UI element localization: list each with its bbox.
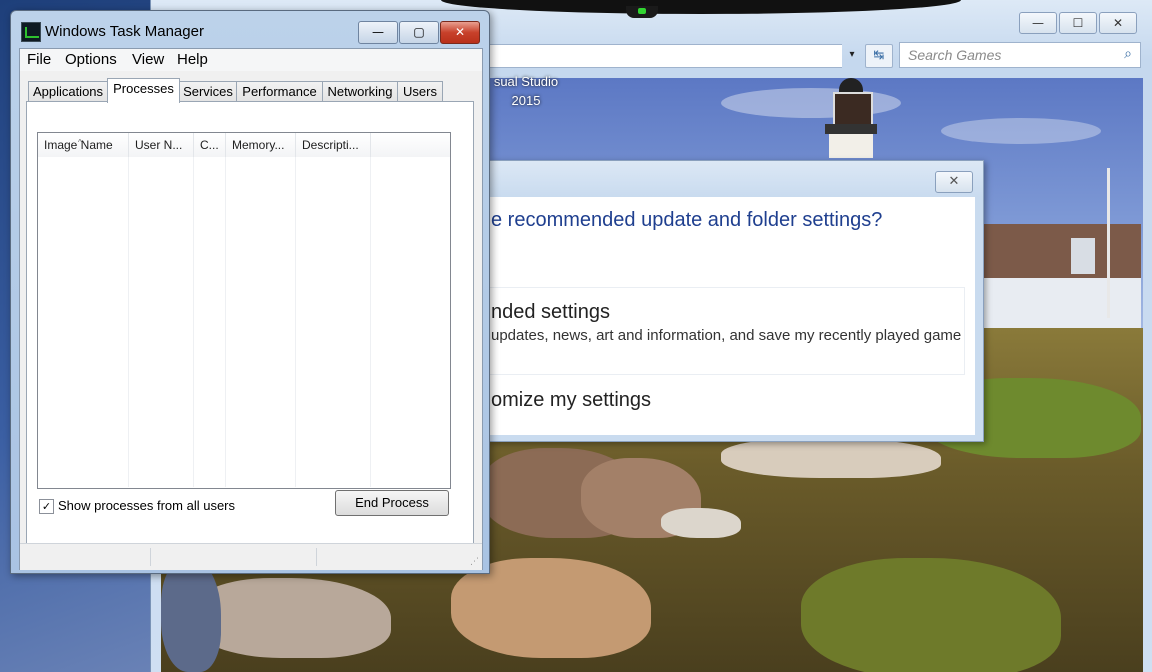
recommended-settings-title[interactable]: nded settings: [491, 301, 610, 324]
tab-networking[interactable]: Networking: [322, 81, 398, 102]
column-divider: [370, 157, 371, 487]
maximize-button[interactable]: ▢: [399, 21, 439, 44]
window-title: Windows Task Manager: [45, 23, 204, 40]
status-separator: [150, 548, 151, 566]
show-all-users-label[interactable]: Show processes from all users: [58, 498, 235, 513]
column-user-name[interactable]: User N...: [129, 133, 194, 157]
tab-processes[interactable]: Processes: [107, 78, 180, 103]
games-minimize-button[interactable]: —: [1019, 12, 1057, 34]
tab-applications[interactable]: Applications: [28, 81, 108, 102]
dialog-close-button[interactable]: ✕: [935, 171, 973, 193]
lighthouse: [811, 78, 891, 158]
tab-users[interactable]: Users: [397, 81, 443, 102]
minimize-button[interactable]: —: [358, 21, 398, 44]
house: [981, 218, 1141, 328]
column-description[interactable]: Descripti...: [296, 133, 371, 157]
processes-panel: ^ Image Name User N... C... Memory... De…: [26, 101, 474, 555]
task-manager-app-icon: [21, 22, 41, 42]
recommended-settings-description: updates, news, art and information, and …: [491, 327, 962, 344]
address-bar[interactable]: [481, 44, 842, 68]
column-memory[interactable]: Memory...: [226, 133, 296, 157]
menu-bar: File Options View Help: [20, 49, 482, 71]
games-maximize-button[interactable]: ☐: [1059, 12, 1097, 34]
process-list[interactable]: ^ Image Name User N... C... Memory... De…: [37, 132, 451, 489]
status-separator: [316, 548, 317, 566]
refresh-button[interactable]: ↹: [865, 44, 893, 68]
column-divider: [128, 157, 129, 487]
menu-file[interactable]: File: [27, 51, 51, 68]
sort-ascending-icon: ^: [78, 138, 82, 147]
column-divider: [193, 157, 194, 487]
dialog-question: e recommended update and folder settings…: [491, 209, 883, 231]
column-filler: [371, 133, 450, 157]
column-cpu[interactable]: C...: [194, 133, 226, 157]
games-close-button[interactable]: ✕: [1099, 12, 1137, 34]
top-bezel: [441, 0, 961, 14]
column-image-name[interactable]: ^ Image Name: [38, 133, 129, 157]
search-icon[interactable]: ⌕: [1124, 46, 1132, 62]
search-input[interactable]: Search Games ⌕: [899, 42, 1141, 68]
dialog-titlebar: [489, 161, 983, 197]
desktop-icon-label-line2: 2015: [511, 93, 541, 108]
menu-help[interactable]: Help: [177, 51, 208, 68]
desktop-icon-label: sual Studio 2015: [481, 72, 571, 110]
settings-dialog: ✕ e recommended update and folder settin…: [488, 160, 984, 442]
resize-grip-icon[interactable]: ⋰: [470, 557, 479, 567]
close-button[interactable]: ✕: [440, 21, 480, 44]
menu-view[interactable]: View: [132, 51, 164, 68]
desktop-icon-label-line1: sual Studio: [493, 74, 559, 89]
column-divider: [295, 157, 296, 487]
tab-performance[interactable]: Performance: [236, 81, 323, 102]
end-process-button[interactable]: End Process: [335, 490, 449, 516]
status-indicator-icon: [626, 6, 658, 18]
tab-services[interactable]: Services: [179, 81, 237, 102]
customize-settings-option[interactable]: omize my settings: [491, 389, 651, 412]
search-placeholder: Search Games: [908, 47, 1002, 63]
task-manager-window: Windows Task Manager — ▢ ✕ File Options …: [10, 10, 490, 574]
menu-options[interactable]: Options: [65, 51, 117, 68]
show-all-users-checkbox[interactable]: ✓: [39, 499, 54, 514]
status-bar: ⋰: [20, 543, 482, 570]
address-dropdown-icon[interactable]: ▾: [845, 46, 859, 64]
window-client-area: File Options View Help Applications Proc…: [19, 48, 483, 570]
column-divider: [225, 157, 226, 487]
